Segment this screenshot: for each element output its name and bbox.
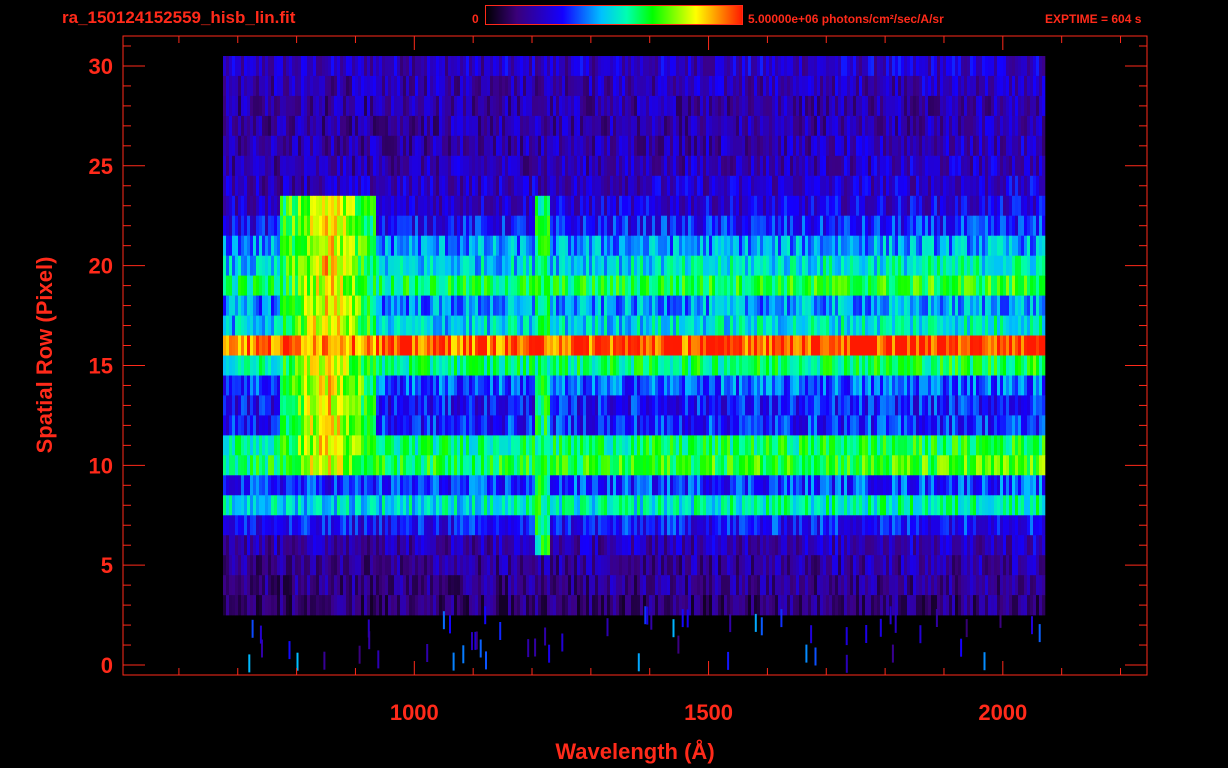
heatmap-row-10 [223, 455, 1046, 476]
heatmap-row-20 [223, 255, 1046, 276]
y-tick-label: 30 [89, 54, 113, 79]
x-tick-label: 1000 [390, 700, 439, 725]
heatmap-row-13 [223, 395, 1046, 416]
heatmap-row-26 [223, 135, 1046, 157]
x-axis-label: Wavelength (Å) [555, 738, 714, 764]
heatmap-row-19 [223, 275, 1046, 296]
heatmap-row-8 [223, 495, 1046, 516]
heatmap-row-22 [223, 215, 1046, 236]
heatmap-row-21 [223, 235, 1046, 256]
spectrum-chart: 1000 1500 2000051015202530 Wavelength (Å) … [32, 35, 1148, 764]
heatmap-row-15 [223, 355, 1046, 376]
y-tick-label: 10 [89, 453, 113, 478]
heatmap-region [223, 56, 1046, 673]
heatmap-row-23 [223, 195, 1046, 217]
heatmap-row-9 [223, 475, 1046, 496]
noise-specks [248, 606, 1041, 673]
x-tick-label: 1500 [684, 700, 733, 725]
heatmap-row-11 [223, 435, 1046, 456]
heatmap-row-12 [223, 415, 1046, 436]
heatmap-row-30 [223, 56, 1046, 77]
y-tick-label: 20 [89, 254, 113, 279]
heatmap-row-25 [223, 155, 1046, 177]
heatmap-row-4 [223, 575, 1046, 596]
y-axis-label: Spatial Row (Pixel) [32, 257, 57, 454]
heatmap-row-28 [223, 95, 1046, 117]
y-tick-label: 5 [101, 553, 113, 578]
heatmap-row-16 [223, 335, 1046, 356]
heatmap-row-6 [223, 535, 1046, 556]
heatmap-row-29 [223, 75, 1046, 97]
heatmap-row-7 [223, 515, 1046, 536]
heatmap-row-17 [223, 315, 1046, 336]
heatmap-row-3 [223, 595, 1046, 616]
heatmap-row-5 [223, 555, 1046, 576]
y-tick-label: 25 [89, 154, 113, 179]
y-tick-label: 0 [101, 653, 113, 678]
y-tick-label: 15 [89, 353, 113, 378]
x-tick-label: 2000 [978, 700, 1027, 725]
heatmap-row-27 [223, 115, 1046, 137]
heatmap-row-18 [223, 295, 1046, 316]
heatmap-row-24 [223, 175, 1046, 197]
heatmap-row-14 [223, 375, 1046, 396]
